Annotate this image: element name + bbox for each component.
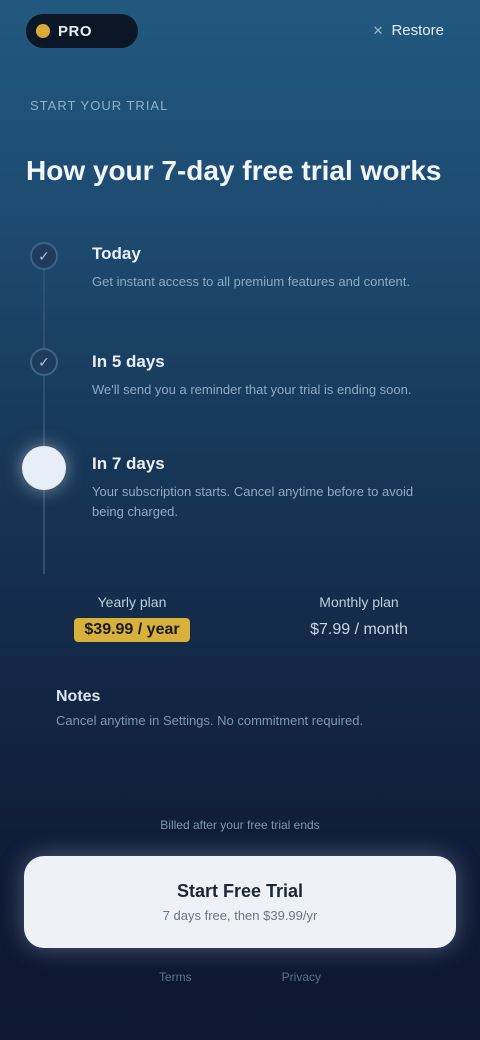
notes-body: Cancel anytime in Settings. No commitmen… [56, 713, 364, 728]
restore-button[interactable]: Restore [391, 22, 444, 39]
page-title: How your 7-day free trial works [26, 155, 442, 186]
cta-subtitle: 7 days free, then $39.99/yr [162, 908, 318, 923]
notes-title: Notes [56, 688, 101, 705]
logo-mark-icon [36, 24, 50, 38]
step-check-icon: ✓ [30, 242, 58, 270]
plan-option-monthly[interactable]: Monthly plan $7.99 / month [264, 578, 454, 658]
step-desc: Your subscription starts. Cancel anytime… [92, 484, 414, 519]
step-title: In 7 days [92, 454, 165, 473]
privacy-link[interactable]: Privacy [282, 970, 321, 984]
plan-name: Yearly plan [97, 594, 167, 610]
plan-selector: Yearly plan $39.99 / year Monthly plan $… [28, 578, 452, 658]
cta-label: Start Free Trial [176, 881, 304, 901]
timeline-line [43, 254, 45, 574]
step-check-icon: ✓ [30, 348, 58, 376]
step-desc: Get instant access to all premium featur… [92, 274, 410, 289]
footer-links: Terms Privacy [0, 970, 480, 984]
eyebrow-label: START YOUR TRIAL [30, 98, 169, 113]
plan-price: $39.99 / year [74, 618, 190, 642]
plan-option-yearly[interactable]: Yearly plan $39.99 / year [42, 578, 222, 658]
top-bar: PRO ✕ Restore [0, 0, 480, 70]
plan-price: $7.99 / month [310, 621, 408, 638]
plan-name: Monthly plan [319, 594, 399, 610]
step-title: In 5 days [92, 352, 165, 371]
step-desc: We'll send you a reminder that your tria… [92, 382, 412, 397]
legal-text: Billed after your free trial ends [160, 818, 320, 832]
logo: PRO [26, 14, 138, 48]
step-title: Today [92, 244, 141, 263]
bell-icon [22, 446, 66, 490]
close-icon[interactable]: ✕ [373, 23, 384, 39]
start-trial-button[interactable]: Start Free Trial 7 days free, then $39.9… [24, 856, 456, 948]
terms-link[interactable]: Terms [159, 970, 192, 984]
logo-text: PRO [58, 22, 93, 40]
top-right-actions: ✕ Restore [373, 22, 444, 39]
